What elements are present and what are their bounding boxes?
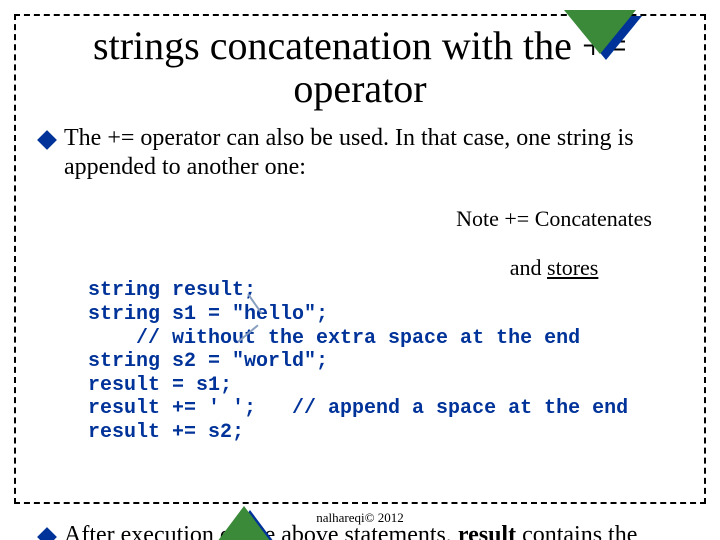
- code-block: Note += Concatenates and stores string r…: [88, 185, 680, 515]
- footer-text: nalhareqi© 2012: [0, 510, 720, 526]
- callout-line1: Note += Concatenates: [456, 206, 652, 231]
- bullet-1-text: The += operator can also be used. In tha…: [64, 124, 680, 181]
- code-l7: result += s2;: [88, 421, 244, 444]
- bullet-icon: [37, 527, 57, 540]
- code-l2: string s1 = "hello";: [88, 303, 328, 326]
- code-l5: result = s1;: [88, 374, 232, 397]
- decor-triangle-top: [564, 10, 636, 54]
- bullet-icon: [37, 130, 57, 150]
- callout-note: Note += Concatenates and stores: [397, 183, 656, 304]
- bullet-1: The += operator can also be used. In tha…: [60, 124, 680, 181]
- callout-line2-u: stores: [547, 255, 598, 280]
- callout-line2-pre: and: [510, 255, 547, 280]
- code-l3: // without the extra space at the end: [88, 327, 580, 350]
- code-l1: string result;: [88, 279, 256, 302]
- code-l6: result += ' '; // append a space at the …: [88, 397, 628, 420]
- code-l4: string s2 = "world";: [88, 350, 328, 373]
